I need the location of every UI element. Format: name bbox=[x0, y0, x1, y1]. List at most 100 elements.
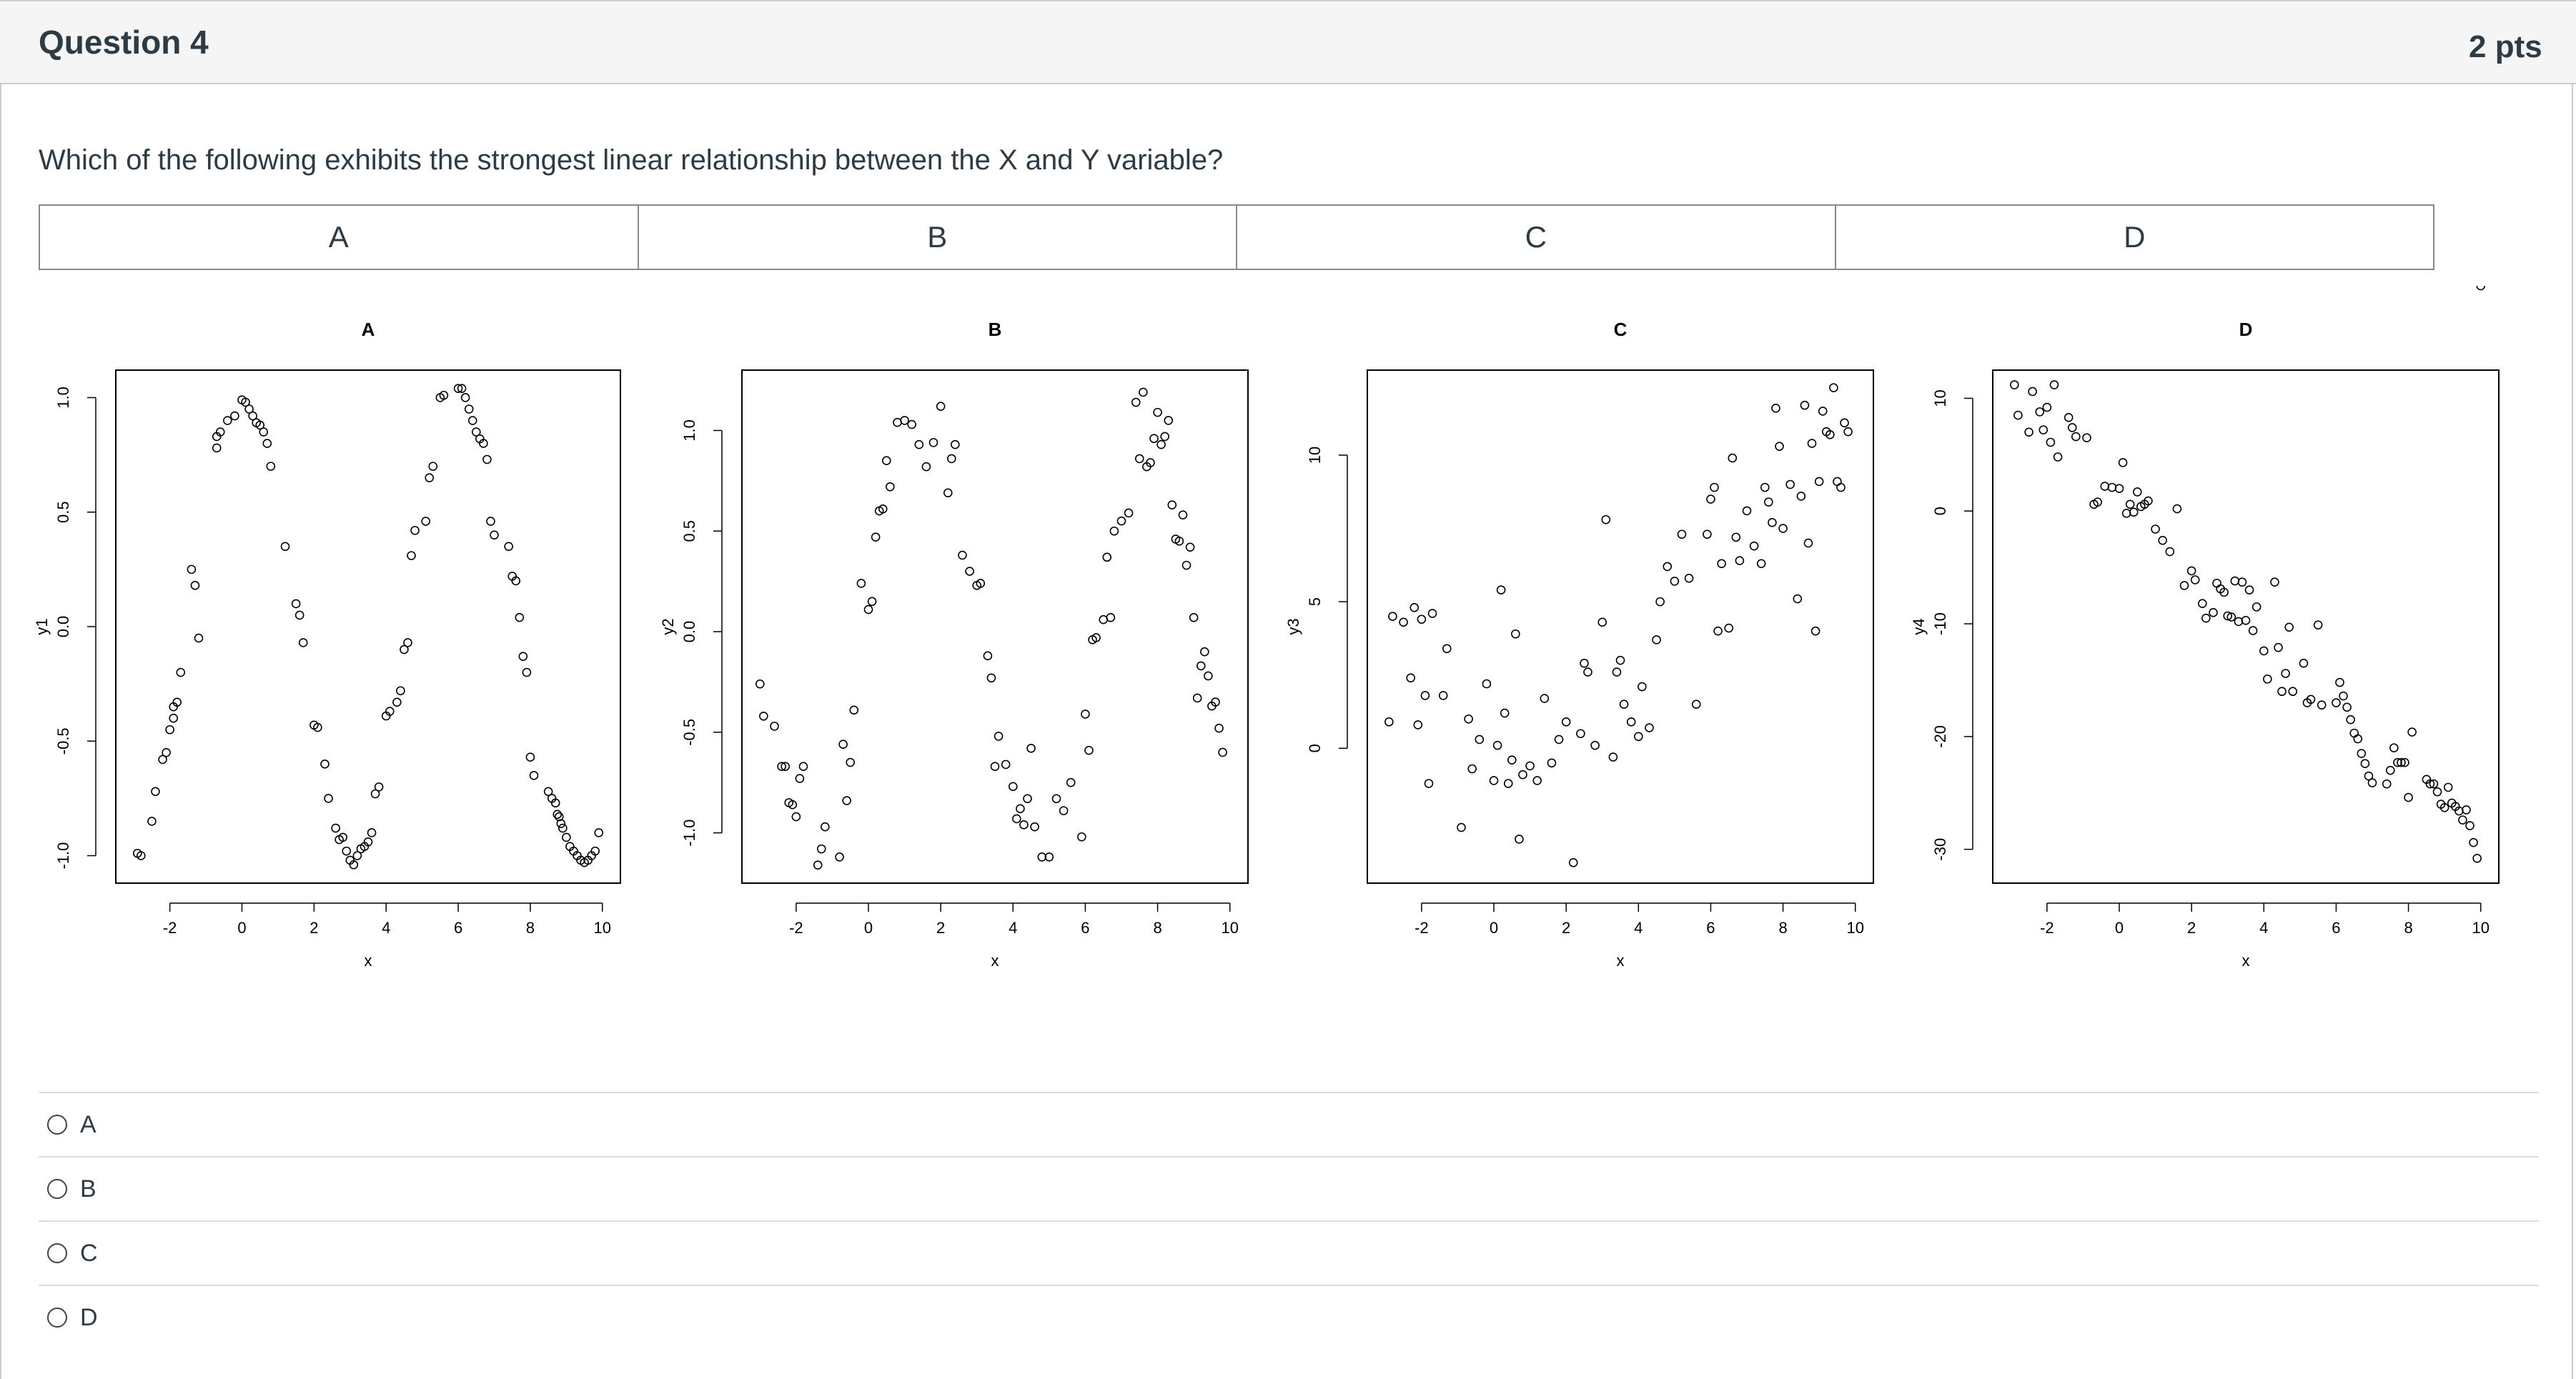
answer-option-d[interactable]: D bbox=[39, 1285, 2539, 1349]
data-point bbox=[2067, 423, 2077, 432]
data-point bbox=[1807, 439, 1817, 448]
data-point bbox=[1814, 477, 1824, 487]
data-point bbox=[1518, 770, 1527, 780]
data-point bbox=[842, 796, 851, 805]
data-point bbox=[2274, 642, 2283, 652]
data-point bbox=[2339, 691, 2348, 701]
data-point bbox=[1102, 552, 1112, 562]
data-point bbox=[1554, 735, 1564, 745]
answer-option-a[interactable]: A bbox=[39, 1092, 2539, 1156]
data-point bbox=[1124, 508, 1134, 518]
x-tick-label: 6 bbox=[1706, 919, 1715, 937]
radio-button-icon[interactable] bbox=[47, 1308, 67, 1328]
data-point bbox=[1749, 541, 1759, 551]
data-point bbox=[1655, 597, 1665, 607]
data-point bbox=[2277, 687, 2287, 697]
data-point bbox=[2270, 577, 2279, 587]
data-point bbox=[212, 443, 222, 453]
data-point bbox=[849, 705, 859, 715]
data-point bbox=[1149, 434, 1159, 444]
data-point bbox=[1489, 776, 1499, 785]
data-point bbox=[190, 581, 200, 590]
data-point bbox=[1008, 782, 1018, 792]
data-point bbox=[791, 812, 801, 822]
data-point bbox=[324, 794, 333, 803]
data-point bbox=[1399, 617, 1408, 627]
data-point bbox=[755, 679, 765, 689]
data-point bbox=[2432, 787, 2442, 797]
data-point bbox=[2151, 524, 2160, 534]
data-point bbox=[1182, 560, 1192, 570]
data-point bbox=[1077, 832, 1086, 842]
data-point bbox=[2349, 728, 2359, 738]
answer-option-c[interactable]: C bbox=[39, 1220, 2539, 1285]
data-point bbox=[943, 488, 953, 498]
data-point bbox=[165, 725, 174, 735]
data-point bbox=[2209, 607, 2218, 617]
x-tick-label: 6 bbox=[1081, 919, 1089, 937]
answer-label: D bbox=[80, 1303, 98, 1331]
data-point bbox=[460, 393, 470, 402]
data-point bbox=[813, 860, 823, 870]
data-point bbox=[900, 416, 909, 425]
data-point bbox=[2462, 805, 2471, 815]
data-point bbox=[1001, 760, 1011, 770]
data-point bbox=[425, 473, 435, 482]
answer-option-b[interactable]: B bbox=[39, 1156, 2539, 1220]
data-point bbox=[2284, 622, 2294, 632]
data-point bbox=[1420, 691, 1430, 700]
data-point bbox=[1196, 661, 1206, 671]
data-point bbox=[1189, 613, 1199, 622]
data-point bbox=[1706, 494, 1715, 504]
data-point bbox=[1214, 723, 1224, 733]
data-point bbox=[2038, 425, 2049, 434]
data-point bbox=[410, 526, 420, 535]
question-title: Question 4 bbox=[39, 24, 209, 61]
x-tick-label: 4 bbox=[382, 919, 390, 937]
data-point bbox=[1768, 518, 1777, 527]
data-point bbox=[856, 579, 866, 588]
data-point bbox=[162, 747, 171, 757]
data-point bbox=[2472, 853, 2482, 863]
x-tick-label: -2 bbox=[2040, 919, 2054, 937]
x-tick-label: 0 bbox=[237, 919, 246, 937]
data-point bbox=[2469, 837, 2478, 847]
data-point bbox=[1178, 510, 1188, 520]
x-tick-label: 2 bbox=[309, 919, 318, 937]
data-point bbox=[1810, 626, 1820, 636]
radio-button-icon[interactable] bbox=[47, 1179, 67, 1199]
label-table-cell-b: B bbox=[639, 206, 1237, 269]
data-point bbox=[1775, 442, 1784, 451]
data-point bbox=[1677, 529, 1687, 539]
y-axis-label: y4 bbox=[1910, 618, 1928, 634]
data-point bbox=[1492, 740, 1502, 750]
data-point bbox=[176, 667, 186, 677]
data-point bbox=[1457, 822, 1466, 832]
data-point bbox=[2071, 432, 2081, 442]
data-point bbox=[1684, 574, 1694, 583]
data-point bbox=[553, 810, 563, 820]
plot-frame bbox=[115, 369, 621, 884]
data-point bbox=[342, 846, 352, 856]
plot-frame bbox=[1992, 369, 2500, 884]
scatterplot-panel: C -2 0 2 4 6 8 10 x 0 5 10 y3 bbox=[1284, 319, 1874, 970]
data-point bbox=[1840, 418, 1849, 428]
data-point bbox=[1109, 526, 1119, 536]
radio-button-icon[interactable] bbox=[47, 1115, 67, 1135]
radio-button-icon[interactable] bbox=[47, 1243, 67, 1263]
data-point bbox=[1532, 776, 1542, 785]
plot-title: D bbox=[2239, 319, 2253, 340]
data-point bbox=[990, 762, 1000, 771]
data-point bbox=[482, 454, 492, 464]
x-tick-label: 2 bbox=[936, 919, 945, 937]
y-axis-label: y3 bbox=[1284, 618, 1302, 634]
y-tick-label: 1.0 bbox=[680, 419, 698, 442]
question-points: 2 pts bbox=[2469, 29, 2542, 64]
data-point bbox=[1670, 577, 1680, 586]
data-point bbox=[2259, 646, 2269, 656]
data-point bbox=[846, 757, 856, 767]
x-tick-label: 6 bbox=[454, 919, 462, 937]
data-point bbox=[2028, 387, 2037, 397]
data-point bbox=[1612, 667, 1622, 677]
data-point bbox=[1475, 735, 1485, 745]
